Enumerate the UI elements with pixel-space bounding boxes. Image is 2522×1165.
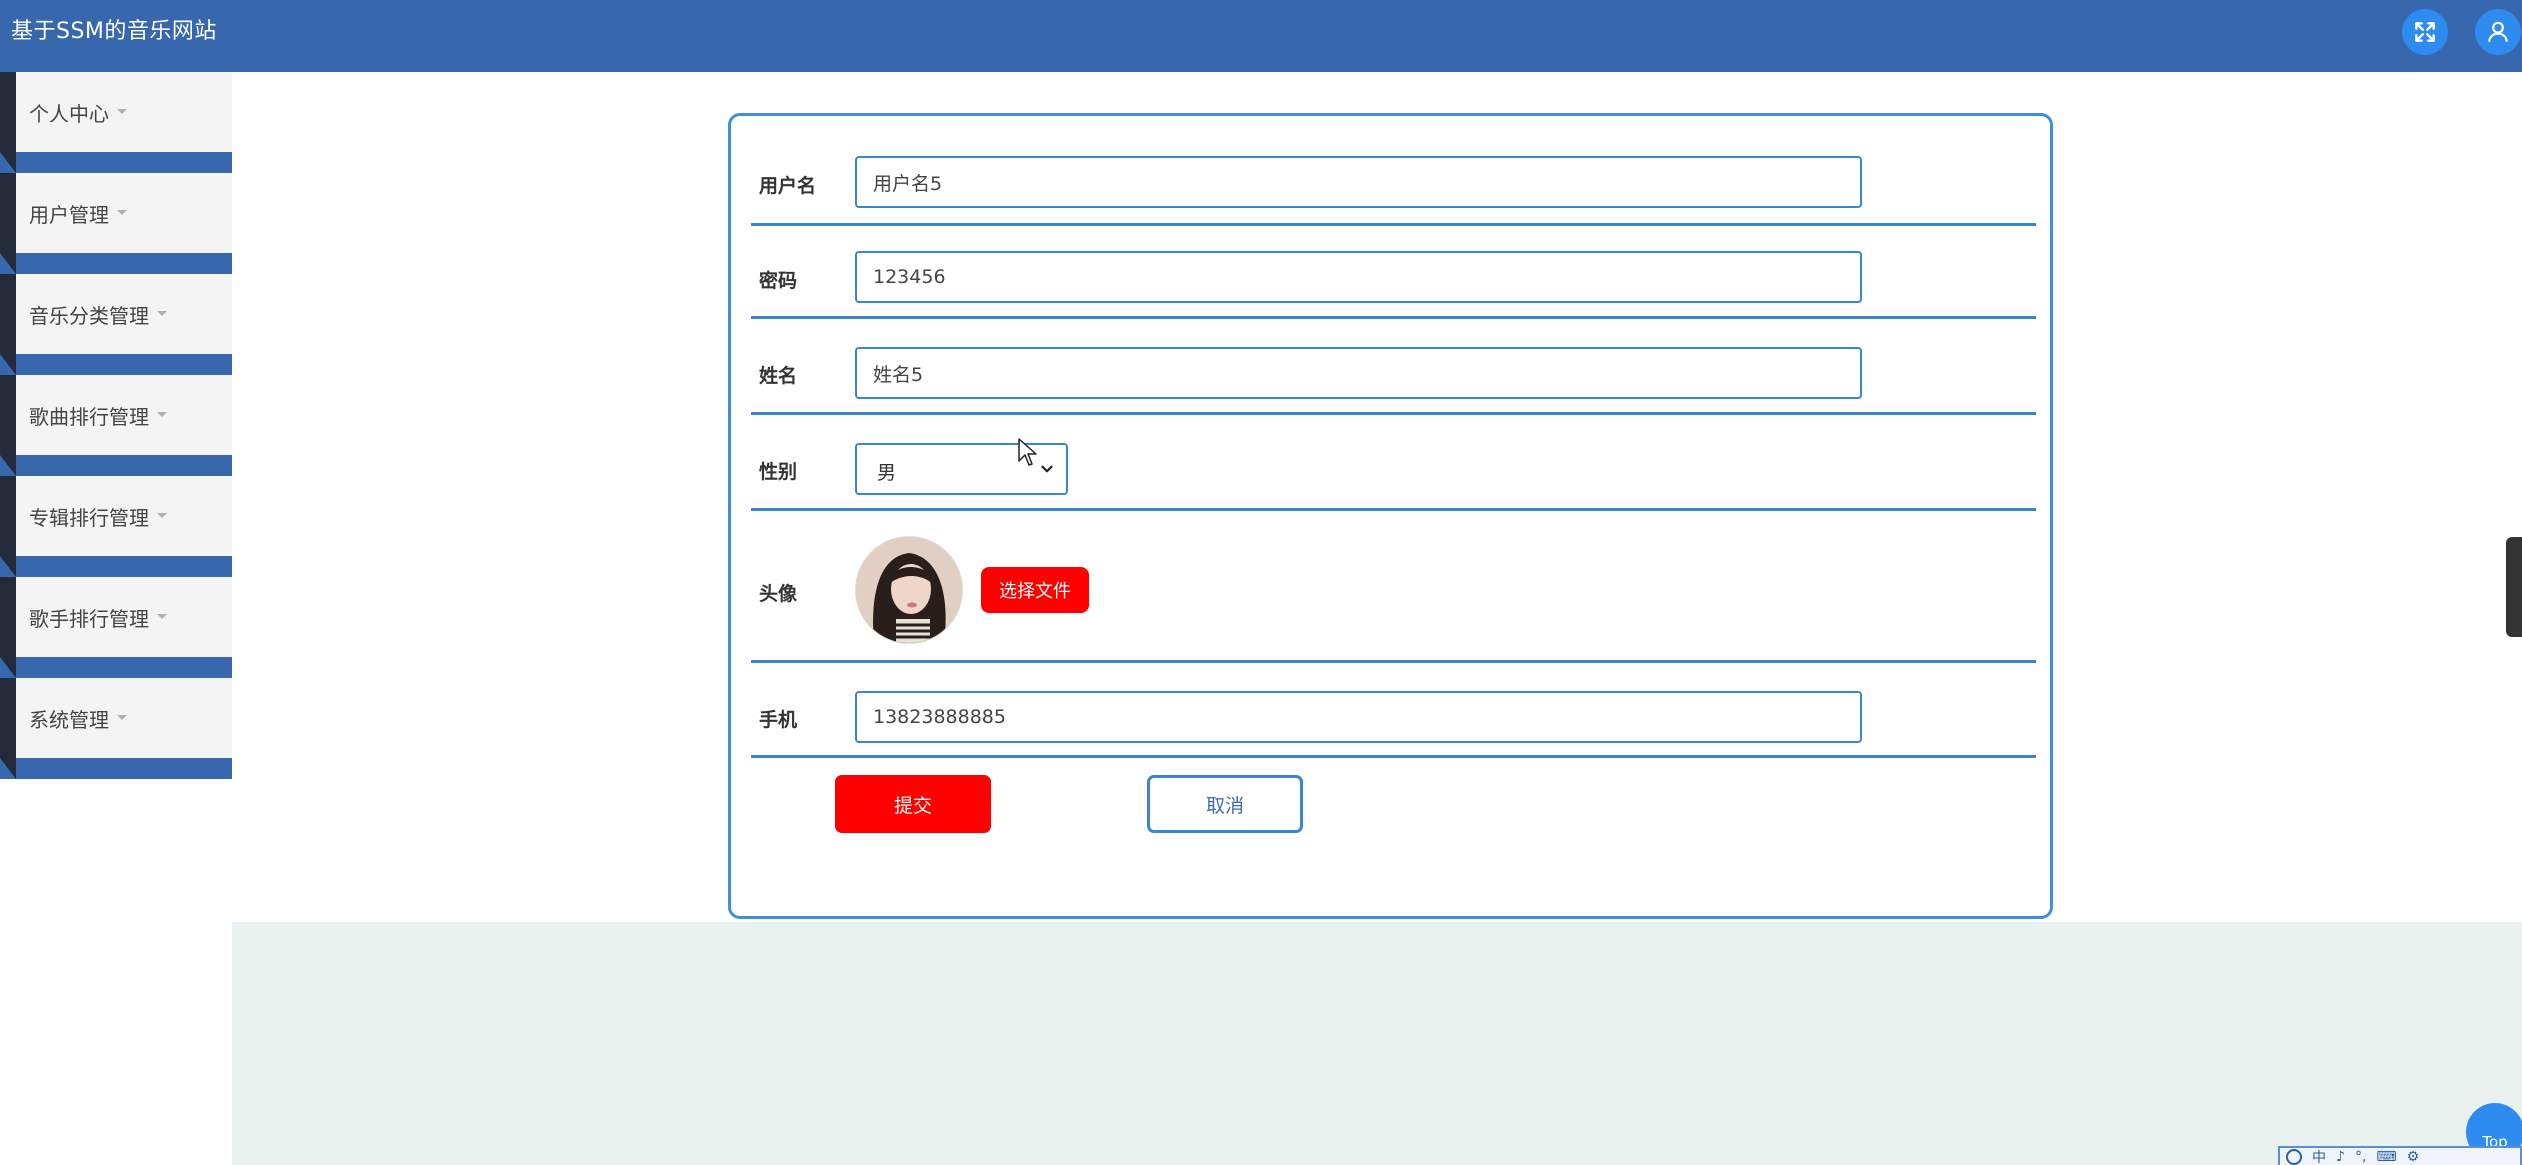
sidebar-item-song-ranking[interactable]: 歌曲排行管理 xyxy=(0,375,232,476)
caret-down-icon xyxy=(117,715,127,720)
username-input[interactable] xyxy=(855,156,1862,208)
sidebar-item-label: 歌手排行管理 xyxy=(29,607,149,631)
sidebar: 个人中心 用户管理 音乐分类管理 歌曲排行管理 专辑排行管理 歌手排行管理 系统… xyxy=(0,72,232,782)
chevron-down-icon xyxy=(1041,465,1053,473)
sidebar-item-label: 歌曲排行管理 xyxy=(29,405,149,429)
avatar-image xyxy=(855,536,963,644)
profile-form-card: 用户名 密码 姓名 性别 男 头像 选择文件 xyxy=(728,113,2053,919)
sidebar-item-system-management[interactable]: 系统管理 xyxy=(0,678,232,779)
phone-input[interactable] xyxy=(855,691,1862,743)
ime-punctuation-toggle[interactable]: °, xyxy=(2355,1149,2366,1165)
caret-down-icon xyxy=(157,513,167,518)
content-background xyxy=(232,922,2522,1165)
ime-settings-icon[interactable]: ⚙ xyxy=(2407,1149,2420,1165)
sidebar-item-music-category[interactable]: 音乐分类管理 xyxy=(0,274,232,375)
name-input[interactable] xyxy=(855,347,1862,399)
sidebar-item-label: 用户管理 xyxy=(29,203,109,227)
caret-down-icon xyxy=(157,614,167,619)
user-icon xyxy=(2488,21,2508,42)
form-row-username: 用户名 xyxy=(751,116,2036,226)
caret-down-icon xyxy=(157,412,167,417)
form-row-phone: 手机 xyxy=(751,663,2036,758)
mouse-cursor-icon xyxy=(1018,438,1037,466)
password-input[interactable] xyxy=(855,251,1862,303)
phone-label: 手机 xyxy=(759,709,798,731)
cancel-button[interactable]: 取消 xyxy=(1147,775,1303,833)
sidebar-item-label: 系统管理 xyxy=(29,708,109,732)
sidebar-item-label: 音乐分类管理 xyxy=(29,304,149,328)
password-label: 密码 xyxy=(759,270,798,292)
ime-toolbar: 中 ♪ °, ⌨ ⚙ xyxy=(2278,1146,2522,1165)
caret-down-icon xyxy=(157,311,167,316)
sidebar-item-user-management[interactable]: 用户管理 xyxy=(0,173,232,274)
form-row-password: 密码 xyxy=(751,226,2036,319)
choose-file-button[interactable]: 选择文件 xyxy=(981,567,1089,613)
sidebar-item-album-ranking[interactable]: 专辑排行管理 xyxy=(0,476,232,577)
side-drawer-handle[interactable] xyxy=(2506,537,2522,637)
form-row-gender: 性别 男 xyxy=(751,415,2036,511)
form-row-name: 姓名 xyxy=(751,319,2036,415)
gender-selected-value: 男 xyxy=(877,462,897,484)
app-title: 基于SSM的音乐网站 xyxy=(11,19,217,44)
fullscreen-button[interactable] xyxy=(2402,9,2448,55)
name-label: 姓名 xyxy=(759,365,798,387)
fullscreen-toggle-icon xyxy=(2415,22,2435,42)
form-row-avatar: 头像 选择文件 xyxy=(751,511,2036,663)
caret-down-icon xyxy=(117,210,127,215)
submit-button[interactable]: 提交 xyxy=(835,775,991,833)
sidebar-item-personal-center[interactable]: 个人中心 xyxy=(0,72,232,173)
sidebar-item-singer-ranking[interactable]: 歌手排行管理 xyxy=(0,577,232,678)
avatar-label: 头像 xyxy=(759,583,798,605)
sidebar-item-label: 专辑排行管理 xyxy=(29,506,149,530)
username-label: 用户名 xyxy=(759,175,817,197)
top-header: 基于SSM的音乐网站 xyxy=(0,0,2522,72)
ime-voice-icon[interactable]: ♪ xyxy=(2336,1149,2345,1165)
user-menu-button[interactable] xyxy=(2475,9,2521,55)
ime-logo-icon[interactable] xyxy=(2286,1148,2302,1165)
avatar-portrait-image xyxy=(856,537,962,643)
caret-down-icon xyxy=(117,109,127,114)
sidebar-item-label: 个人中心 xyxy=(29,102,109,126)
ime-keyboard-icon[interactable]: ⌨ xyxy=(2376,1149,2396,1165)
gender-label: 性别 xyxy=(759,461,798,483)
ime-language-toggle[interactable]: 中 xyxy=(2312,1148,2326,1165)
